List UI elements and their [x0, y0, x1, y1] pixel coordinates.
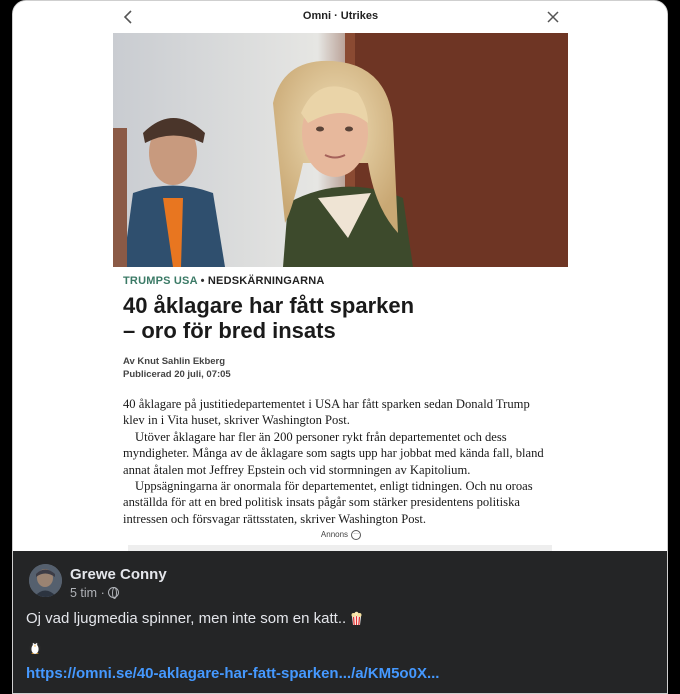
shared-article-image[interactable]: Omni · Utrikes TRUMPS USA • NEDSKÄRNINGA…	[13, 1, 667, 551]
avatar[interactable]	[29, 564, 62, 597]
article-byline: Av Knut Sahlin Ekberg Publicerad 20 juli…	[123, 355, 553, 381]
headline-line-1: 40 åklagare har fått sparken	[123, 293, 415, 318]
topbar-title: Omni · Utrikes	[302, 10, 379, 22]
globe-icon	[108, 587, 120, 599]
more-options-icon[interactable]: ···	[351, 530, 362, 540]
app-frame: Omni · Utrikes TRUMPS USA • NEDSKÄRNINGA…	[0, 0, 680, 694]
ad-label-text: Annons	[320, 530, 349, 540]
article-author: Av Knut Sahlin Ekberg	[123, 356, 226, 367]
post-text: Oj vad ljugmedia spinner, men inte som e…	[26, 610, 363, 627]
article-body: 40 åklagare på justitiedepartementet i U…	[123, 396, 553, 527]
ad-label: Annons ···	[13, 530, 667, 540]
post-text-content: Oj vad ljugmedia spinner, men inte som e…	[26, 610, 347, 627]
article-topbar: Omni · Utrikes	[113, 1, 568, 33]
post-card: Omni · Utrikes TRUMPS USA • NEDSKÄRNINGA…	[12, 0, 668, 694]
post-author[interactable]: Grewe Conny	[70, 566, 167, 583]
facebook-post: Grewe Conny 5 tim · Oj vad ljugmedia spi…	[13, 551, 667, 693]
article-paragraph: Uppsägningarna är onormala för departeme…	[123, 479, 533, 526]
penguin-icon	[29, 641, 41, 655]
meta-separator: ·	[97, 586, 109, 600]
article-content: TRUMPS USA • NEDSKÄRNINGARNA 40 åklagare…	[123, 275, 553, 527]
article-published: Publicerad 20 juli, 07:05	[123, 369, 231, 380]
kicker-tag[interactable]: TRUMPS USA	[123, 275, 197, 287]
article-paragraph: Utöver åklagare har fler än 200 personer…	[123, 429, 544, 477]
headline-line-2: – oro för bred insats	[123, 318, 336, 343]
article-paragraph: 40 åklagare på justitiedepartementet i U…	[123, 397, 530, 428]
post-link[interactable]: https://omni.se/40-aklagare-har-fatt-spa…	[26, 665, 439, 682]
close-icon[interactable]	[545, 9, 561, 25]
popcorn-icon	[351, 611, 362, 625]
post-time[interactable]: 5 tim	[70, 586, 97, 600]
kicker-separator: •	[197, 275, 208, 287]
post-meta: 5 tim ·	[70, 586, 120, 600]
article-hero-photo	[113, 33, 568, 267]
article-kicker: TRUMPS USA • NEDSKÄRNINGARNA	[123, 275, 553, 287]
kicker-topic[interactable]: NEDSKÄRNINGARNA	[208, 275, 325, 287]
article-headline: 40 åklagare har fått sparken – oro för b…	[123, 293, 553, 343]
